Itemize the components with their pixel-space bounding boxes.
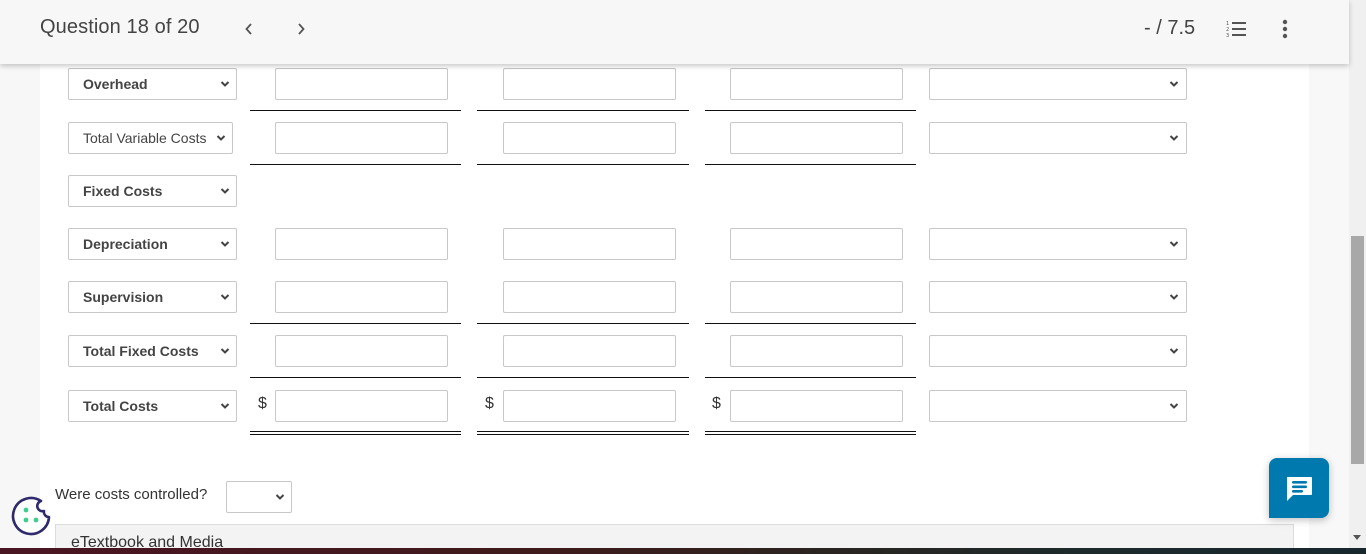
chevron-down-icon [1169, 348, 1179, 354]
chevron-left-icon [245, 23, 252, 35]
double-underline [477, 431, 689, 435]
row-label-select[interactable]: Total Variable Costs [68, 122, 233, 154]
chevron-down-icon [220, 348, 230, 354]
currency-symbol: $ [712, 395, 721, 412]
costs-controlled-label: Were costs controlled? [55, 486, 208, 503]
underline [477, 110, 689, 111]
double-underline [250, 431, 461, 435]
score-display: - / 7.5 [1144, 17, 1196, 39]
amount-input-col-2[interactable] [503, 68, 676, 100]
chat-message-icon [1287, 477, 1312, 501]
row-label-text: Total Variable Costs [83, 130, 207, 146]
amount-input-col-2[interactable] [503, 390, 676, 422]
row-label-text: Overhead [83, 76, 148, 92]
more-options-button[interactable] [1279, 19, 1291, 39]
chevron-down-icon [1169, 241, 1179, 247]
page-scrollbar[interactable] [1349, 0, 1366, 548]
chevron-down-icon [220, 294, 230, 300]
cookie-settings-button[interactable] [11, 495, 53, 537]
underline [250, 164, 461, 165]
costs-controlled-select[interactable] [226, 481, 292, 513]
underline [705, 323, 916, 324]
amount-input-col-1[interactable] [275, 68, 448, 100]
chevron-right-icon [298, 23, 305, 35]
amount-input-col-2[interactable] [503, 335, 676, 367]
chevron-down-icon [1169, 81, 1179, 87]
row-label-select[interactable]: Overhead [68, 68, 237, 100]
variance-type-select[interactable] [929, 68, 1187, 100]
amount-input-col-3[interactable] [730, 228, 903, 260]
scrollbar-thumb[interactable] [1351, 236, 1364, 464]
underline [477, 377, 689, 378]
underline [705, 377, 916, 378]
row-label-select[interactable]: Supervision [68, 281, 237, 313]
amount-input-col-1[interactable] [275, 228, 448, 260]
row-label-text: Supervision [83, 289, 164, 305]
amount-input-col-2[interactable] [503, 281, 676, 313]
amount-input-col-3[interactable] [730, 390, 903, 422]
amount-input-col-1[interactable] [275, 122, 448, 154]
previous-question-button[interactable] [239, 16, 259, 42]
amount-input-col-2[interactable] [503, 122, 676, 154]
chevron-down-icon [220, 81, 230, 87]
underline [250, 377, 461, 378]
scroll-down-arrow[interactable] [1353, 535, 1361, 540]
underline [250, 110, 461, 111]
underline [477, 323, 689, 324]
chevron-down-icon [220, 241, 230, 247]
amount-input-col-1[interactable] [275, 390, 448, 422]
question-list-button[interactable]: 1 2 3 [1226, 20, 1248, 39]
row-label-select[interactable]: Fixed Costs [68, 175, 237, 207]
chevron-down-icon [275, 494, 285, 500]
variance-type-select[interactable] [929, 390, 1187, 422]
variance-type-select[interactable] [929, 122, 1187, 154]
amount-input-col-1[interactable] [275, 335, 448, 367]
amount-input-col-1[interactable] [275, 281, 448, 313]
numbered-list-icon: 1 2 3 [1226, 21, 1246, 39]
row-label-text: Fixed Costs [83, 183, 163, 199]
row-label-select[interactable]: Total Costs [68, 390, 237, 422]
cookie-settings-icon [11, 496, 51, 536]
underline [250, 323, 461, 324]
currency-symbol: $ [485, 395, 494, 412]
question-counter: Question 18 of 20 [40, 16, 200, 38]
chevron-down-icon [1169, 294, 1179, 300]
amount-input-col-2[interactable] [503, 228, 676, 260]
row-label-text: Total Costs [83, 398, 159, 414]
chevron-down-icon [220, 403, 230, 409]
chevron-down-icon [216, 135, 226, 141]
svg-text:3: 3 [1226, 33, 1229, 38]
row-label-select[interactable]: Depreciation [68, 228, 237, 260]
amount-input-col-3[interactable] [730, 335, 903, 367]
amount-input-col-3[interactable] [730, 122, 903, 154]
os-taskbar [0, 548, 1366, 554]
row-label-select[interactable]: Total Fixed Costs [68, 335, 237, 367]
chevron-down-icon [1169, 403, 1179, 409]
chevron-down-icon [1169, 135, 1179, 141]
amount-input-col-3[interactable] [730, 68, 903, 100]
amount-input-col-3[interactable] [730, 281, 903, 313]
currency-symbol: $ [258, 395, 267, 412]
chevron-down-icon [220, 188, 230, 194]
question-header: Question 18 of 20 - / 7.5 1 2 3 [0, 0, 1349, 64]
next-question-button[interactable] [291, 16, 311, 42]
double-underline [705, 431, 916, 435]
underline [705, 164, 916, 165]
chat-button[interactable] [1269, 458, 1329, 518]
underline [477, 164, 689, 165]
more-vertical-icon [1282, 19, 1288, 39]
variance-type-select[interactable] [929, 281, 1187, 313]
underline [705, 110, 916, 111]
variance-type-select[interactable] [929, 228, 1187, 260]
row-label-text: Depreciation [83, 236, 168, 252]
variance-type-select[interactable] [929, 335, 1187, 367]
row-label-text: Total Fixed Costs [83, 343, 199, 359]
